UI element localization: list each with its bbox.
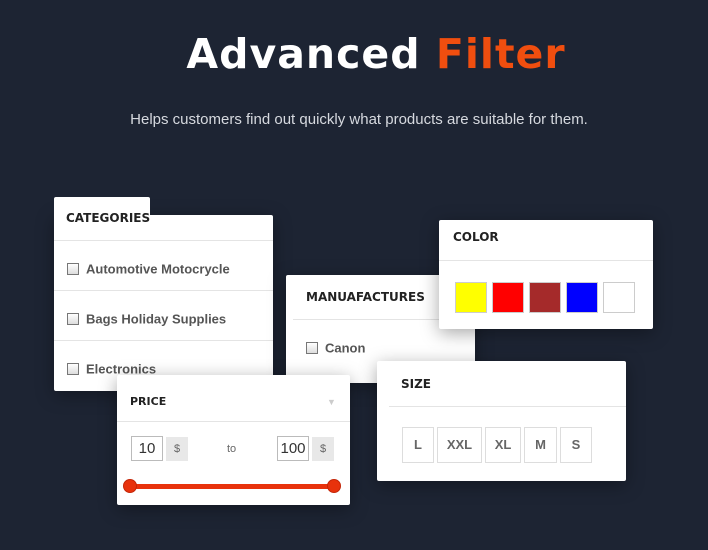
checkbox[interactable] (67, 312, 79, 325)
category-label: Automotive Motocrycle (86, 261, 230, 277)
color-swatch-blue[interactable] (566, 282, 598, 313)
currency-label: $ (312, 437, 334, 461)
title-main: Advanced (186, 30, 421, 78)
chevron-down-icon[interactable]: ▼ (327, 397, 336, 407)
categories-title: CATEGORIES (66, 211, 151, 225)
checkbox[interactable] (306, 341, 318, 354)
color-swatch-brown[interactable] (529, 282, 561, 313)
title-accent: Filter (435, 30, 566, 78)
checkbox[interactable] (67, 362, 79, 375)
price-range-track[interactable] (129, 484, 334, 489)
manufacturer-option[interactable]: Canon (306, 339, 365, 357)
divider (54, 240, 273, 241)
price-min-input[interactable]: 10 (131, 436, 163, 461)
currency-label: $ (166, 437, 188, 461)
size-option-l[interactable]: L (402, 427, 434, 463)
divider (54, 340, 273, 341)
price-panel: PRICE ▼ 10 $ to 100 $ (117, 375, 350, 505)
page-subtitle: Helps customers find out quickly what pr… (130, 111, 588, 128)
color-swatch-red[interactable] (492, 282, 524, 313)
price-max-handle[interactable] (327, 479, 341, 493)
manufactures-title: MANUAFACTURES (306, 290, 425, 304)
checkbox[interactable] (67, 262, 79, 275)
price-title: PRICE (130, 395, 167, 408)
size-panel: SIZE L XXL XL M S (377, 361, 626, 481)
price-max-input[interactable]: 100 (277, 436, 309, 461)
category-option[interactable]: Automotive Motocrycle (67, 260, 230, 278)
size-option-s[interactable]: S (560, 427, 592, 463)
color-title: COLOR (453, 230, 499, 244)
category-option[interactable]: Bags Holiday Supplies (67, 310, 226, 328)
manufacturer-label: Canon (325, 340, 366, 356)
size-title: SIZE (401, 377, 432, 391)
size-option-m[interactable]: M (524, 427, 557, 463)
size-option-xl[interactable]: XL (485, 427, 521, 463)
divider (117, 421, 350, 422)
page-title: Advanced Filter (0, 30, 708, 78)
color-swatch-white[interactable] (603, 282, 635, 313)
size-option-xxl[interactable]: XXL (437, 427, 482, 463)
color-panel: COLOR (439, 220, 653, 329)
divider (439, 260, 653, 261)
range-separator: to (227, 443, 237, 455)
color-swatch-yellow[interactable] (455, 282, 487, 313)
categories-panel: CATEGORIES Automotive Motocrycle Bags Ho… (54, 197, 273, 391)
divider (389, 406, 626, 407)
price-min-handle[interactable] (123, 479, 137, 493)
divider (54, 290, 273, 291)
category-label: Bags Holiday Supplies (86, 311, 227, 327)
